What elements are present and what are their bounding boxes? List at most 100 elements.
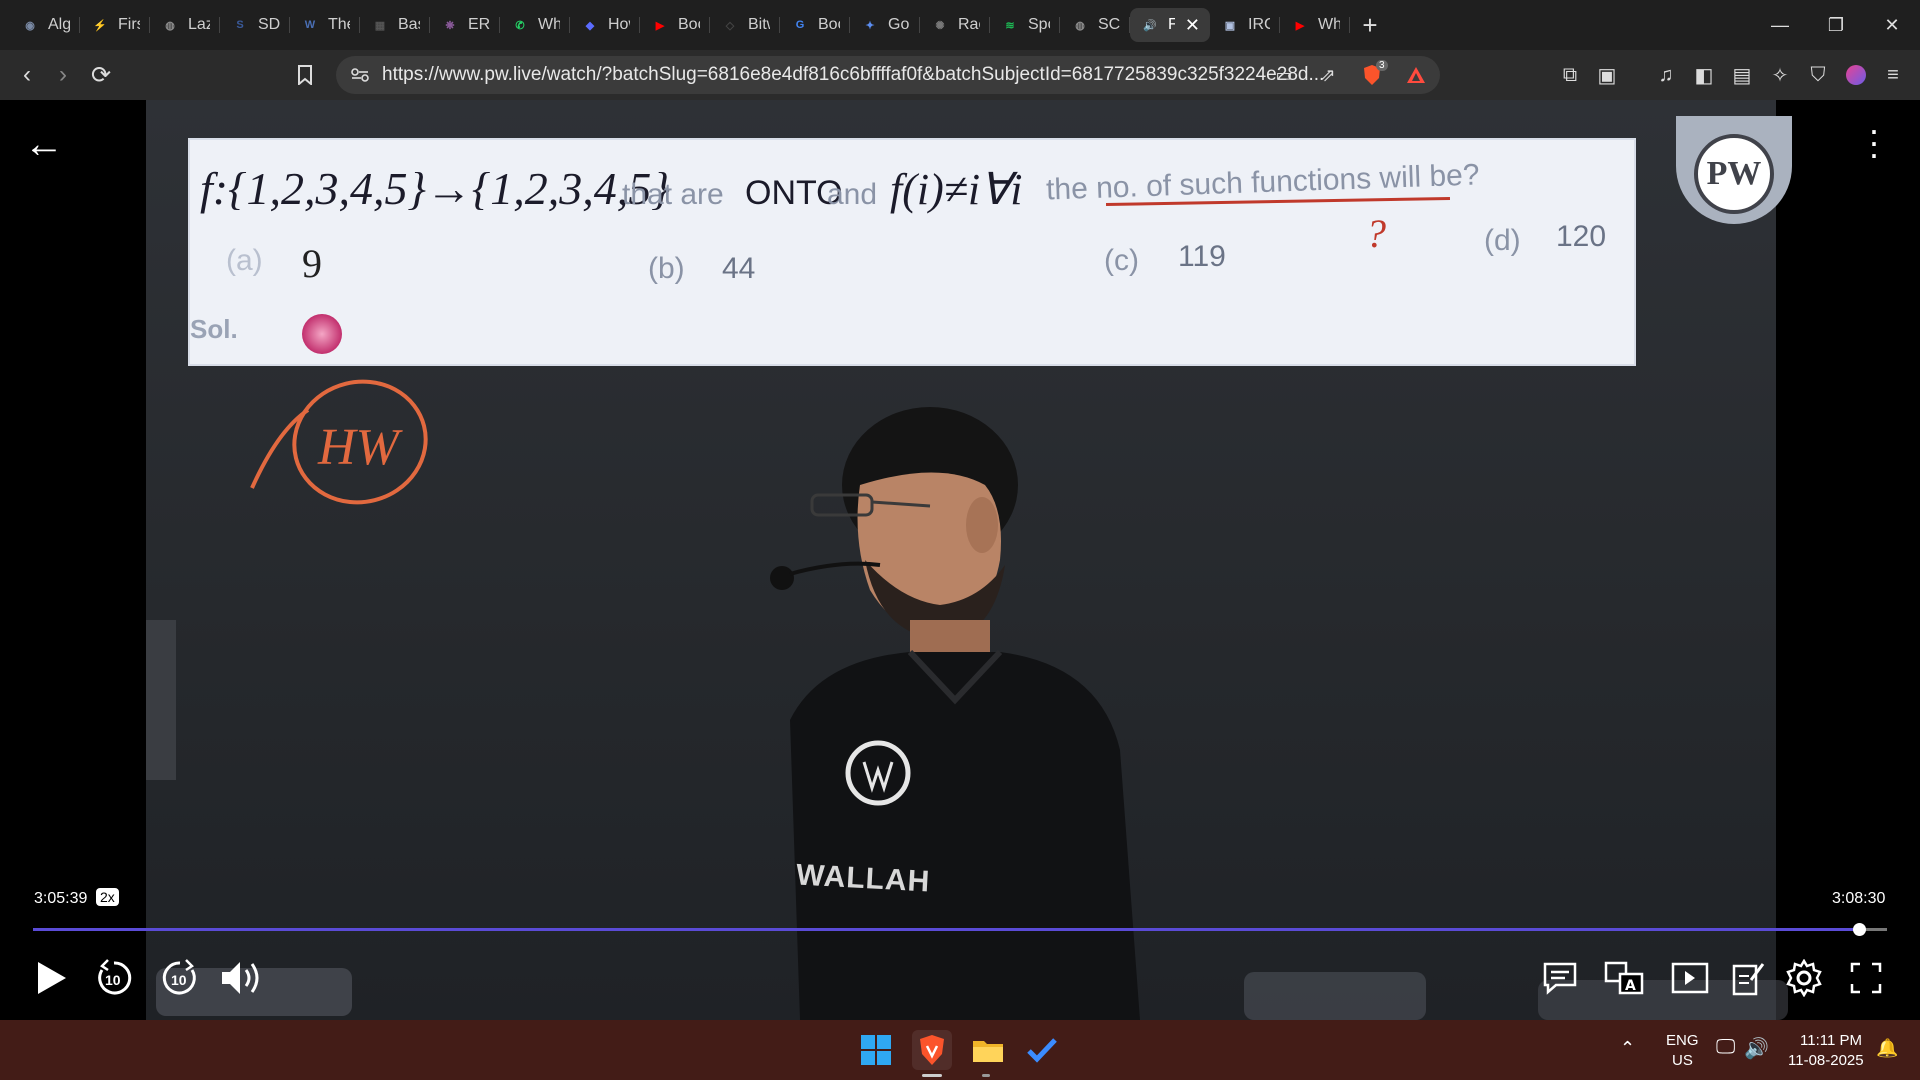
- tab-title: The: [328, 16, 350, 33]
- option-d-label: (d): [1484, 224, 1521, 257]
- language-label[interactable]: ENG: [1666, 1032, 1699, 1049]
- browser-tab[interactable]: S SDL: [220, 8, 290, 42]
- browser-tab[interactable]: ◆ How: [570, 8, 640, 42]
- profile-icon[interactable]: [1843, 62, 1869, 88]
- file-explorer-icon[interactable]: [968, 1030, 1008, 1070]
- extensions-icon[interactable]: ⧉: [1557, 62, 1583, 88]
- tab-title: SDL: [258, 16, 280, 33]
- browser-tab[interactable]: ◇ Bitw: [710, 8, 780, 42]
- translate-icon: A: [1604, 961, 1644, 995]
- network-icon[interactable]: 🖵: [1716, 1036, 1735, 1059]
- bookmark-icon[interactable]: [292, 62, 318, 88]
- vpn-icon[interactable]: ⛉: [1805, 62, 1831, 88]
- browser-tab[interactable]: G Boo: [780, 8, 850, 42]
- browser-tab[interactable]: ✺ Rac: [920, 8, 990, 42]
- shields-badge: 3: [1376, 60, 1388, 71]
- leo-ai-icon[interactable]: ✧: [1767, 62, 1793, 88]
- back-button[interactable]: ‹: [14, 61, 40, 88]
- gemini-icon: ✦: [865, 19, 875, 32]
- bookmark-icon: ◆: [585, 19, 595, 32]
- browser-tab[interactable]: ✆ Wha: [500, 8, 570, 42]
- browser-tab[interactable]: ▶ Wh: [1280, 8, 1350, 42]
- browser-tab[interactable]: ◉ Algo: [10, 8, 80, 42]
- browser-tab[interactable]: ✦ Goo: [850, 8, 920, 42]
- rewind-button[interactable]: 10: [92, 956, 136, 1000]
- clock-date[interactable]: 11-08-2025: [1788, 1052, 1864, 1069]
- translate-button[interactable]: A: [1602, 956, 1646, 1000]
- browser-tab[interactable]: ≋ Spo: [990, 8, 1060, 42]
- fullscreen-button[interactable]: [1844, 956, 1888, 1000]
- close-window-icon[interactable]: ✕: [1864, 0, 1920, 50]
- browser-tab[interactable]: ▣ IRC: [1210, 8, 1280, 42]
- playback-speed-badge[interactable]: 2x: [96, 888, 119, 906]
- brave-rewards-icon[interactable]: [1406, 65, 1426, 85]
- clock-time[interactable]: 11:11 PM: [1800, 1032, 1862, 1049]
- url-text: https://www.pw.live/watch/?batchSlug=681…: [382, 64, 1325, 85]
- browser-tab[interactable]: 🔊 F ✕: [1130, 8, 1210, 42]
- browser-tab[interactable]: W The: [290, 8, 360, 42]
- back-arrow-icon[interactable]: ←: [24, 122, 64, 167]
- show-hidden-icons[interactable]: ⌃: [1620, 1038, 1635, 1059]
- tab-title: Boo: [818, 16, 840, 33]
- wallet-icon[interactable]: ▤: [1729, 62, 1755, 88]
- volume-icon: [222, 962, 259, 994]
- windows-taskbar: ⌃ ENG US 🖵 🔊 11:11 PM 11-08-2025 🔔: [0, 1020, 1920, 1080]
- question-text-1: that are: [622, 178, 724, 211]
- play-button[interactable]: [30, 956, 74, 1000]
- spotify-icon: ≋: [1005, 19, 1015, 32]
- forward-button[interactable]: ›: [50, 61, 76, 88]
- media-icon[interactable]: ♫: [1653, 62, 1679, 88]
- volume-button[interactable]: [220, 956, 264, 1000]
- minimize-icon[interactable]: —: [1752, 0, 1808, 50]
- browser-tab[interactable]: ◍ SCII: [1060, 8, 1130, 42]
- browser-tab[interactable]: ◍ Lazy: [150, 8, 220, 42]
- option-c-label: (c): [1104, 244, 1139, 277]
- seek-bar-handle[interactable]: [1853, 923, 1867, 936]
- tab-strip: ◉ Algo ⚡ First ◍ Lazy S SDL W The ▦ Basi ❋ ERR ✆ Wha ◆ Ho…: [0, 0, 1920, 50]
- browser-tab[interactable]: ▦ Basi: [360, 8, 430, 42]
- browser-tab[interactable]: ⚡ First: [80, 8, 150, 42]
- current-time: 3:05:39: [34, 890, 88, 907]
- address-bar[interactable]: https://www.pw.live/watch/?batchSlug=681…: [336, 56, 1440, 94]
- sidebar-icon[interactable]: ◧: [1691, 62, 1717, 88]
- browser-tab[interactable]: ❋ ERR: [430, 8, 500, 42]
- hw-label: HW: [318, 419, 399, 476]
- instructor: [770, 407, 1140, 1020]
- function-mapping-handwriting: f:{1,2,3,4,5}→{1,2,3,4,5}: [200, 163, 670, 214]
- seek-bar[interactable]: [33, 923, 1887, 936]
- chat-icon: ◉: [25, 19, 35, 32]
- windows-start-icon[interactable]: [856, 1030, 896, 1070]
- cast-icon[interactable]: ▭: [1274, 65, 1294, 85]
- restore-icon[interactable]: ❐: [1808, 0, 1864, 50]
- notification-bell-icon[interactable]: 🔔: [1876, 1038, 1898, 1059]
- brave-browser-icon[interactable]: [912, 1030, 952, 1070]
- region-label[interactable]: US: [1672, 1052, 1693, 1069]
- notes-button[interactable]: [1726, 956, 1770, 1000]
- settings-button[interactable]: [1782, 956, 1826, 1000]
- lightning-icon: ⚡: [93, 19, 107, 32]
- tab-title: ERR: [468, 16, 490, 33]
- tab-title: Boo: [678, 16, 700, 33]
- notes-icon: [1732, 963, 1765, 996]
- new-tab-button[interactable]: +: [1350, 10, 1390, 41]
- more-options-icon[interactable]: · · ·: [1868, 112, 1880, 172]
- window-controls: — ❐ ✕: [1752, 0, 1920, 50]
- chat-button[interactable]: [1538, 956, 1582, 1000]
- forward-button-video[interactable]: 10: [158, 956, 202, 1000]
- laser-pointer: [302, 314, 342, 354]
- tab-title: Wh: [1318, 16, 1340, 33]
- todo-icon[interactable]: [1022, 1030, 1062, 1070]
- video-player[interactable]: f:{1,2,3,4,5}→{1,2,3,4,5} that are ONTO …: [0, 100, 1920, 1020]
- picture-in-picture-button[interactable]: [1668, 956, 1712, 1000]
- browser-tab[interactable]: ▶ Boo: [640, 8, 710, 42]
- reader-mode-icon[interactable]: ▣: [1594, 62, 1620, 88]
- menu-icon[interactable]: ≡: [1880, 62, 1906, 88]
- reload-button[interactable]: ⟳: [88, 62, 114, 89]
- globe-icon: ◍: [165, 19, 175, 32]
- site-settings-icon[interactable]: [350, 65, 370, 85]
- speaker-icon[interactable]: 🔊: [1744, 1036, 1769, 1061]
- close-tab-icon[interactable]: ✕: [1185, 15, 1200, 36]
- rewind-seconds: 10: [105, 972, 121, 988]
- tab-title: First: [118, 16, 140, 33]
- share-icon[interactable]: ⇗: [1318, 65, 1338, 85]
